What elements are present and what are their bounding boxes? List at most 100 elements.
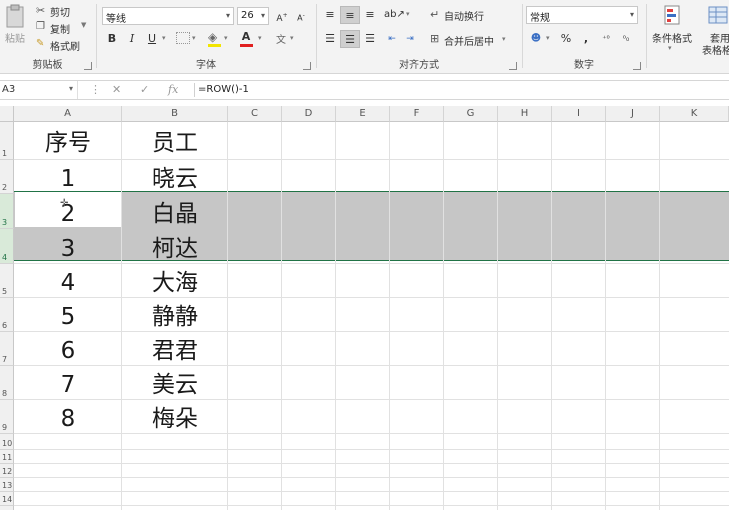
fill-color-icon[interactable]: ◈ xyxy=(208,30,217,44)
number-launcher-icon[interactable] xyxy=(633,62,641,70)
row-header-1[interactable]: 1 xyxy=(0,122,14,160)
align-top-icon[interactable]: ≡ xyxy=(320,6,340,24)
column-header-g[interactable]: G xyxy=(444,106,498,122)
decrease-decimal-icon[interactable]: ⁰₀ xyxy=(616,30,636,48)
align-right-icon[interactable]: ☰ xyxy=(360,30,380,48)
row-header-3[interactable]: 3 xyxy=(0,194,14,229)
cell-a8[interactable]: 7 xyxy=(14,368,122,402)
cell-a4[interactable]: 3 xyxy=(14,232,122,266)
table-format-icon[interactable] xyxy=(706,4,728,26)
alignment-launcher-icon[interactable] xyxy=(509,62,517,70)
column-header-c[interactable]: C xyxy=(228,106,282,122)
orientation-icon[interactable]: ab↗ xyxy=(384,6,405,24)
row-header-11[interactable]: 11 xyxy=(0,450,14,464)
borders-icon[interactable] xyxy=(176,32,190,44)
row-header-5[interactable]: 5 xyxy=(0,264,14,298)
row-header-6[interactable]: 6 xyxy=(0,298,14,332)
row-header-7[interactable]: 7 xyxy=(0,332,14,366)
increase-indent-icon[interactable]: ⇥ xyxy=(400,30,420,48)
row-header-12[interactable]: 12 xyxy=(0,464,14,478)
row-header-14[interactable]: 14 xyxy=(0,492,14,506)
number-format-combo[interactable]: 常规 ▾ xyxy=(526,6,638,24)
column-header-a[interactable]: A xyxy=(14,106,122,122)
row-header-2[interactable]: 2 xyxy=(0,160,14,194)
underline-dropdown-icon[interactable]: ▾ xyxy=(162,34,166,42)
cell-a2[interactable]: 1 xyxy=(14,162,122,196)
cell-b5[interactable]: 大海 xyxy=(122,266,228,300)
cell-a7[interactable]: 6 xyxy=(14,334,122,368)
fill-color-dropdown-icon[interactable]: ▾ xyxy=(224,34,228,42)
bold-button[interactable]: B xyxy=(102,30,122,48)
orientation-dropdown-icon[interactable]: ▾ xyxy=(406,10,410,18)
align-left-icon[interactable]: ☰ xyxy=(320,30,340,48)
decrease-indent-icon[interactable]: ⇤ xyxy=(382,30,402,48)
comma-button[interactable]: , xyxy=(576,30,596,48)
merge-dropdown-icon[interactable]: ▾ xyxy=(502,35,506,43)
row-header-10[interactable]: 10 xyxy=(0,434,14,450)
cell-b2[interactable]: 晓云 xyxy=(122,162,228,196)
cell-b1[interactable]: 员工 xyxy=(122,126,228,160)
conditional-format-dropdown-icon[interactable]: ▾ xyxy=(668,44,672,52)
cell-a9[interactable]: 8 xyxy=(14,402,122,436)
row-header-9[interactable]: 9 xyxy=(0,400,14,434)
font-color-dropdown-icon[interactable]: ▾ xyxy=(258,34,262,42)
cell-b9[interactable]: 梅朵 xyxy=(122,402,228,436)
italic-button[interactable]: I xyxy=(122,30,142,48)
underline-button[interactable]: U xyxy=(142,30,162,48)
row-header-15[interactable]: 15 xyxy=(0,506,14,510)
row-header-4[interactable]: 4 xyxy=(0,229,14,264)
conditional-format-icon[interactable] xyxy=(662,4,684,26)
column-header-d[interactable]: D xyxy=(282,106,336,122)
cell-a5[interactable]: 4 xyxy=(14,266,122,300)
column-header-j[interactable]: J xyxy=(606,106,660,122)
wrap-text-button[interactable]: 自动换行 xyxy=(444,8,484,23)
format-painter-button[interactable]: 格式刷 xyxy=(50,38,80,53)
currency-dropdown-icon[interactable]: ▾ xyxy=(546,34,550,42)
paste-icon[interactable] xyxy=(4,4,26,30)
increase-decimal-icon[interactable]: ⁺⁰ xyxy=(596,30,616,48)
borders-dropdown-icon[interactable]: ▾ xyxy=(192,34,196,42)
cancel-icon[interactable]: ✕ xyxy=(112,83,121,96)
phonetic-icon[interactable]: 文 xyxy=(276,31,286,46)
copy-dropdown-icon[interactable]: ▼ xyxy=(81,21,86,29)
conditional-format-button[interactable]: 条件格式 xyxy=(652,30,692,45)
cell-a1[interactable]: 序号 xyxy=(14,126,122,160)
align-middle-icon[interactable]: ≡ xyxy=(340,6,360,24)
column-header-i[interactable]: I xyxy=(552,106,606,122)
copy-button[interactable]: 复制 xyxy=(50,21,70,36)
decrease-font-size-button[interactable]: A- xyxy=(291,7,311,25)
clipboard-launcher-icon[interactable] xyxy=(84,62,92,70)
column-header-f[interactable]: F xyxy=(390,106,444,122)
cell-b6[interactable]: 静静 xyxy=(122,300,228,334)
align-center-icon[interactable]: ☰ xyxy=(340,30,360,48)
paste-button[interactable]: 粘贴 xyxy=(5,30,25,45)
cell-a6[interactable]: 5 xyxy=(14,300,122,334)
currency-icon[interactable]: ☻ xyxy=(526,30,546,48)
column-header-k[interactable]: K xyxy=(660,106,729,122)
font-launcher-icon[interactable] xyxy=(303,62,311,70)
cut-button[interactable]: 剪切 xyxy=(50,4,70,19)
spreadsheet-grid[interactable]: ABCDEFGHIJK 123456789101112131415 序号1234… xyxy=(0,106,729,510)
name-box[interactable]: A3 ▾ xyxy=(0,81,78,99)
merge-center-button[interactable]: 合并后居中 xyxy=(444,33,494,48)
table-format-button-line2[interactable]: 表格格式 xyxy=(702,42,729,57)
row-header-8[interactable]: 8 xyxy=(0,366,14,400)
increase-font-size-button[interactable]: A+ xyxy=(272,7,292,25)
insert-function-icon[interactable]: fx xyxy=(168,83,178,96)
phonetic-dropdown-icon[interactable]: ▾ xyxy=(290,34,294,42)
cell-b8[interactable]: 美云 xyxy=(122,368,228,402)
percent-button[interactable]: % xyxy=(556,30,576,48)
cell-b4[interactable]: 柯达 xyxy=(122,232,228,266)
column-header-h[interactable]: H xyxy=(498,106,552,122)
column-header-e[interactable]: E xyxy=(336,106,390,122)
align-bottom-icon[interactable]: ≡ xyxy=(360,6,380,24)
column-header-b[interactable]: B xyxy=(122,106,228,122)
select-all-corner[interactable] xyxy=(0,106,14,122)
formula-input[interactable]: =ROW()-1 xyxy=(198,84,249,95)
font-name-combo[interactable]: 等线 ▾ xyxy=(102,7,234,25)
enter-icon[interactable]: ✓ xyxy=(140,83,149,96)
row-header-13[interactable]: 13 xyxy=(0,478,14,492)
font-size-combo[interactable]: 26 ▾ xyxy=(237,7,269,25)
cell-b7[interactable]: 君君 xyxy=(122,334,228,368)
cell-b3[interactable]: 白晶 xyxy=(122,197,228,231)
